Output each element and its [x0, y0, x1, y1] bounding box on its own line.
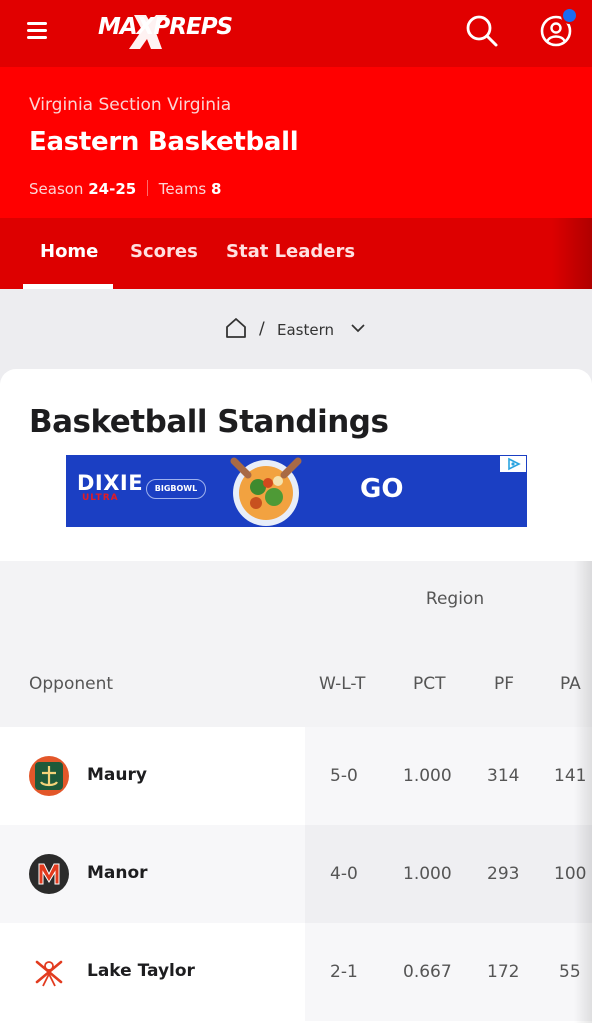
- notification-dot: [561, 7, 578, 24]
- cell-wlt: 5-0: [330, 766, 358, 786]
- section-name: Virginia Section Virginia: [29, 95, 232, 115]
- teams-label: Teams: [158, 180, 207, 198]
- season-meta: Season 24-25 Teams 8: [29, 180, 221, 198]
- col-header-pf: PF: [494, 674, 515, 694]
- table-header-right: [305, 561, 592, 727]
- team-logo-image: [35, 762, 63, 790]
- teams-value: 8: [211, 180, 222, 198]
- season-label: Season: [29, 180, 84, 198]
- logo-text: MAXPREPS: [98, 14, 233, 40]
- chevron-down-icon[interactable]: [350, 321, 366, 335]
- search-icon: [466, 15, 498, 47]
- league-title: Eastern Basketball: [29, 127, 299, 157]
- search-button[interactable]: [462, 11, 502, 51]
- breadcrumb-current[interactable]: Eastern: [277, 321, 334, 339]
- breadcrumb-separator: /: [259, 319, 265, 339]
- cell-wlt: 4-0: [330, 864, 358, 884]
- team-logo-lake-taylor: [29, 952, 69, 992]
- home-icon[interactable]: [224, 317, 248, 339]
- table-row[interactable]: Maury 5-0 1.000 314 141: [0, 727, 592, 825]
- cell-wlt: 2-1: [330, 962, 358, 982]
- top-nav-bar: MAXPREPS: [0, 0, 592, 67]
- col-header-opponent: Opponent: [29, 674, 114, 694]
- col-header-pct: PCT: [413, 674, 446, 694]
- season-value: 24-25: [88, 180, 137, 198]
- breadcrumb: / Eastern: [0, 289, 592, 371]
- team-name[interactable]: Lake Taylor: [87, 961, 195, 981]
- ad-product: BIGBOWL: [146, 479, 206, 499]
- team-logo-image: [35, 960, 63, 987]
- cell-pf: 293: [487, 864, 520, 884]
- ad-choices-icon[interactable]: [500, 456, 526, 472]
- standings-title: Basketball Standings: [29, 404, 389, 440]
- region-group-header: Region: [425, 589, 485, 609]
- meta-divider: [147, 180, 148, 196]
- team-logo-image: [38, 863, 60, 885]
- col-header-wlt: W-L-T: [319, 674, 366, 694]
- row-team-cell: Manor: [0, 825, 305, 923]
- cell-pf: 172: [487, 962, 520, 982]
- team-logo-manor: [29, 854, 69, 894]
- table-scroll-shadow: [574, 561, 592, 1023]
- standings-table: Region Opponent W-L-T PCT PF PA Maury 5-…: [0, 561, 592, 1023]
- tab-home[interactable]: Home: [40, 241, 98, 262]
- advertisement-banner[interactable]: DIXIE ULTRA BIGBOWL GO: [66, 455, 527, 527]
- standings-card: Basketball Standings DIXIE ULTRA BIGBOWL…: [0, 369, 592, 1023]
- ad-brand: DIXIE: [77, 471, 144, 495]
- cell-pf: 314: [487, 766, 520, 786]
- maxpreps-logo[interactable]: MAXPREPS: [98, 12, 233, 52]
- cell-pct: 1.000: [403, 864, 452, 884]
- cell-pct: 0.667: [403, 962, 452, 982]
- hamburger-icon[interactable]: [27, 22, 49, 40]
- row-team-cell: Lake Taylor: [0, 923, 305, 1021]
- team-logo-maury: [29, 756, 69, 796]
- tabs-scroll-fade: [552, 218, 592, 289]
- league-hero: Virginia Section Virginia Eastern Basket…: [0, 67, 592, 218]
- section-tabs: Home Scores Stat Leaders: [0, 218, 592, 289]
- ad-food-bowl-image: [230, 457, 302, 526]
- team-name[interactable]: Maury: [87, 765, 147, 785]
- team-name[interactable]: Manor: [87, 863, 148, 883]
- ad-brand-sub: ULTRA: [82, 493, 119, 503]
- ad-cta: GO: [360, 474, 404, 504]
- table-row[interactable]: Manor 4-0 1.000 293 100: [0, 825, 592, 923]
- tab-scores[interactable]: Scores: [130, 241, 198, 262]
- row-team-cell: Maury: [0, 727, 305, 825]
- cell-pct: 1.000: [403, 766, 452, 786]
- table-row[interactable]: Lake Taylor 2-1 0.667 172 55: [0, 923, 592, 1021]
- table-header-left: [0, 561, 305, 727]
- tab-stat-leaders[interactable]: Stat Leaders: [226, 241, 355, 262]
